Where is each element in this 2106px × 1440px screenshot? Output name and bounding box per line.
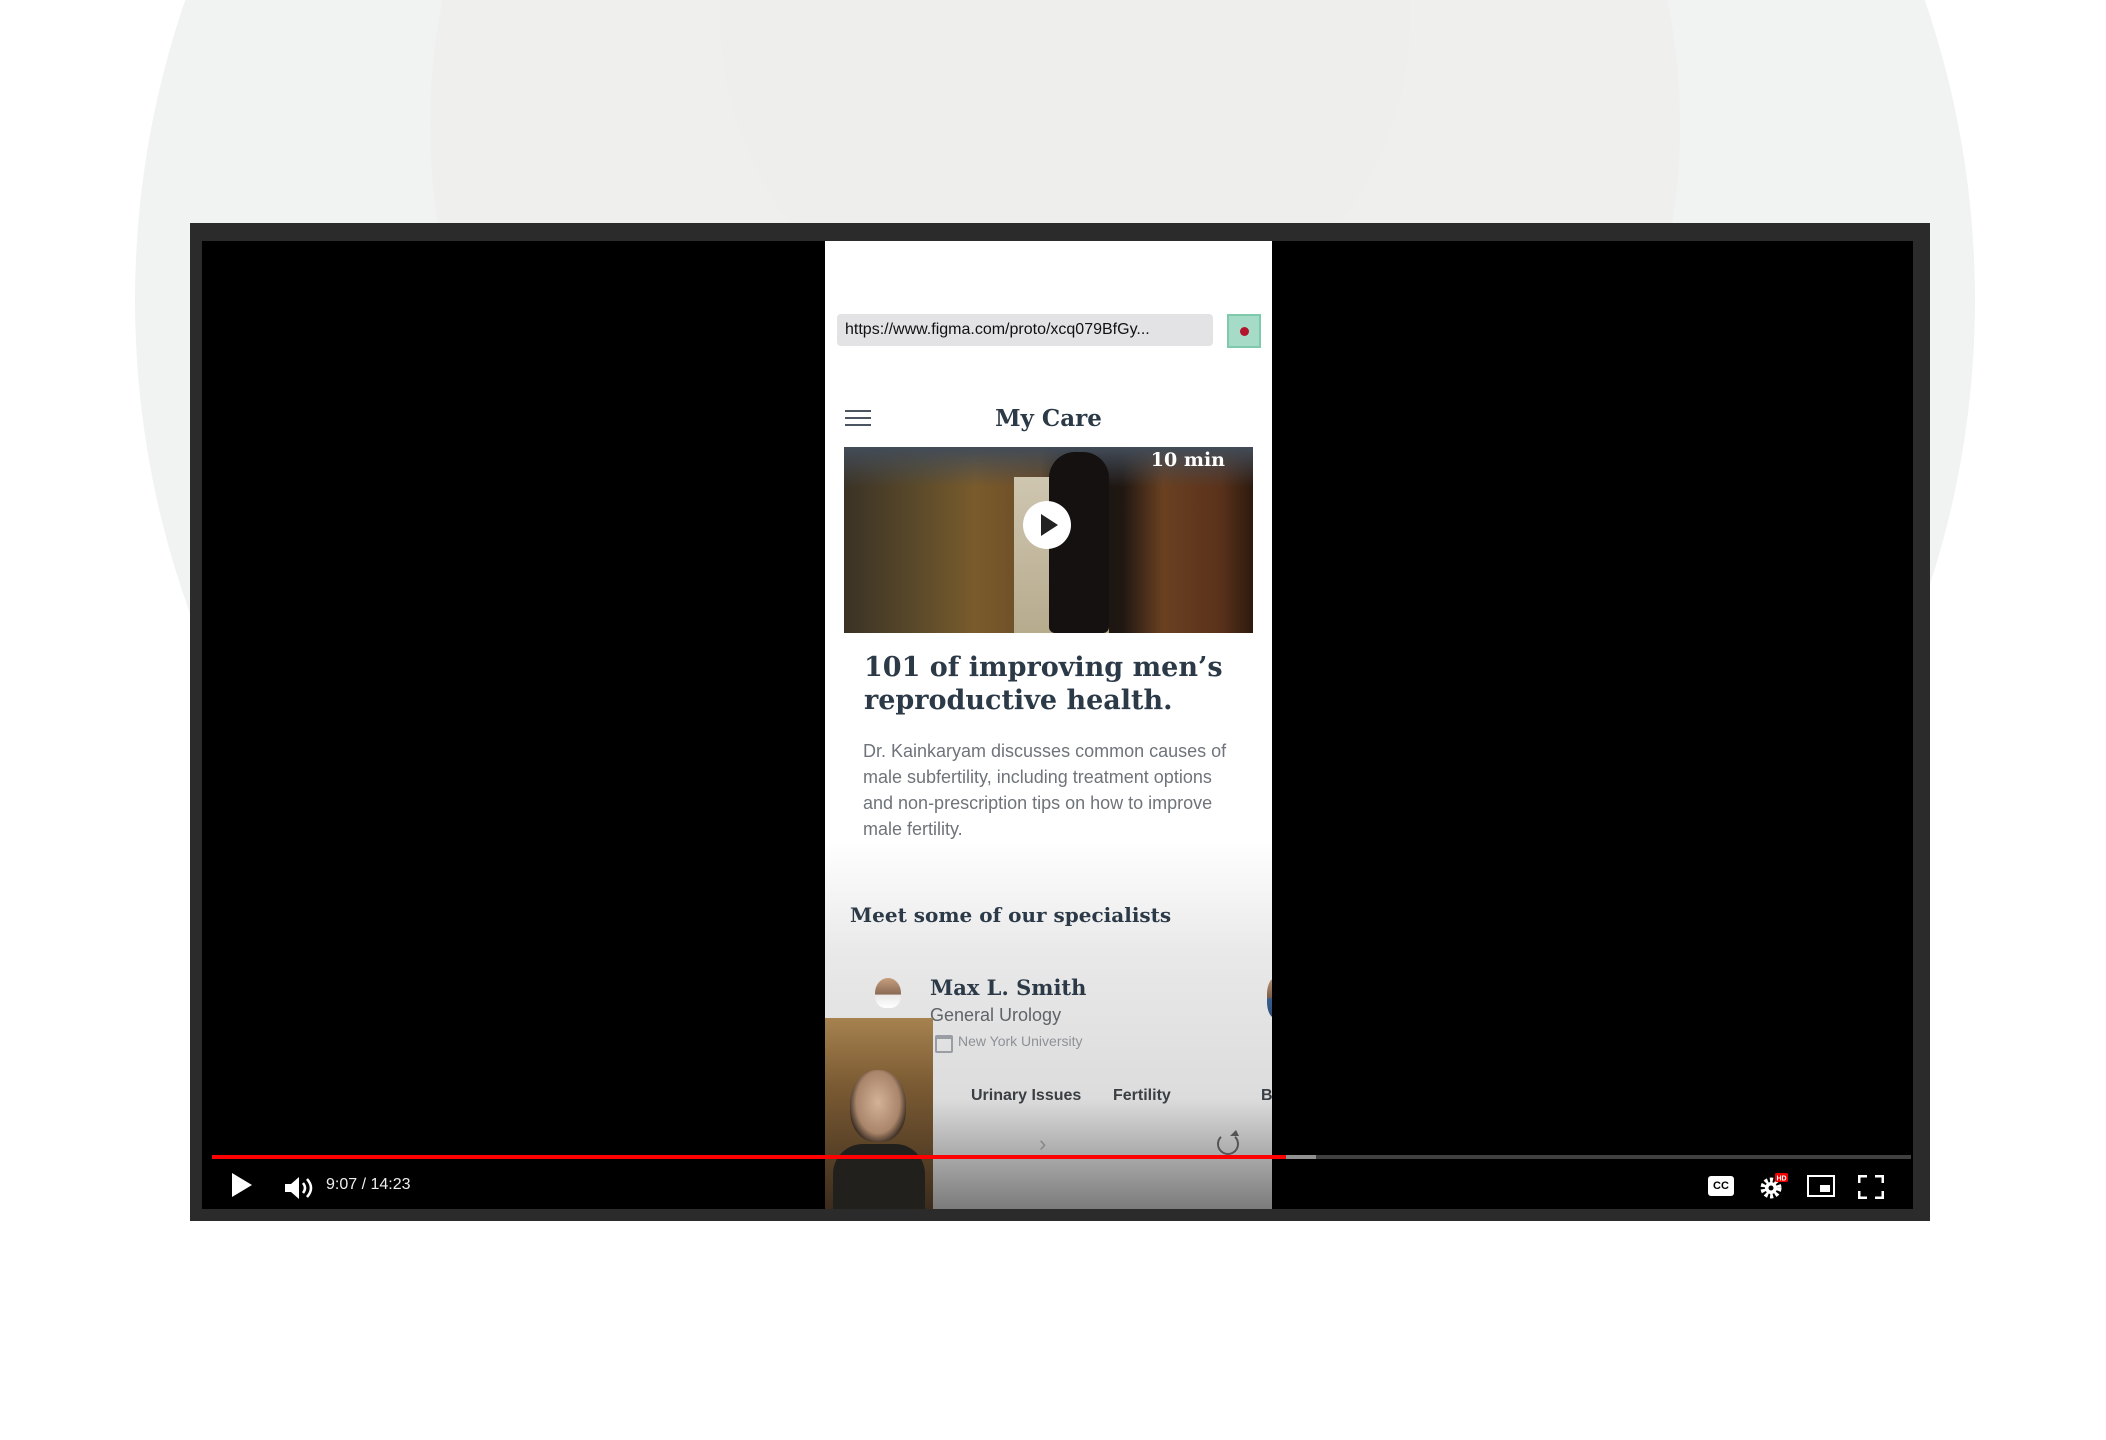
video-player[interactable]: https://www.figma.com/proto/xcq079BfGy..… — [190, 223, 1930, 1221]
miniplayer-button[interactable] — [1807, 1175, 1835, 1197]
play-icon[interactable] — [1023, 501, 1071, 549]
specialist-name[interactable]: Max L. Smith — [930, 975, 1086, 1000]
volume-icon[interactable] — [284, 1176, 318, 1200]
url-bar[interactable]: https://www.figma.com/proto/xcq079BfGy..… — [837, 314, 1213, 346]
specialist-specialty: General Urology — [930, 1005, 1062, 1025]
video-frame[interactable]: https://www.figma.com/proto/xcq079BfGy..… — [202, 241, 1913, 1209]
article-title: 101 of improving men’s reproductive heal… — [864, 652, 1223, 716]
avatar — [875, 978, 901, 1008]
fullscreen-icon[interactable] — [1858, 1175, 1884, 1199]
record-button[interactable] — [1227, 314, 1261, 348]
specialist-school: New York University — [958, 1033, 1083, 1049]
tag-urinary-issues[interactable]: Urinary Issues — [971, 1087, 1081, 1105]
progress-played — [212, 1155, 1286, 1159]
tag-partial[interactable]: B — [1261, 1087, 1272, 1105]
specialists-heading: Meet some of our specialists — [850, 903, 1172, 927]
record-icon — [1240, 327, 1249, 336]
hd-badge: HD — [1776, 1176, 1786, 1183]
webcam-overlay — [825, 1018, 933, 1209]
captions-button[interactable]: CC — [1708, 1176, 1734, 1196]
page-title: My Care — [995, 405, 1102, 432]
featured-video-thumbnail[interactable]: 10 min — [844, 447, 1253, 633]
tag-fertility[interactable]: Fertility — [1113, 1087, 1171, 1105]
video-duration-badge: 10 min — [1150, 449, 1225, 471]
settings-gear-icon[interactable]: HD — [1758, 1172, 1788, 1202]
time-display: 9:07 / 14:23 — [326, 1176, 411, 1193]
chevron-right-icon[interactable]: › — [1039, 1131, 1046, 1157]
play-button[interactable] — [232, 1173, 252, 1197]
refresh-icon[interactable] — [1217, 1130, 1239, 1155]
article-description: Dr. Kainkaryam discusses common causes o… — [863, 741, 1227, 839]
school-icon — [935, 1035, 953, 1053]
progress-bar[interactable] — [212, 1155, 1911, 1159]
